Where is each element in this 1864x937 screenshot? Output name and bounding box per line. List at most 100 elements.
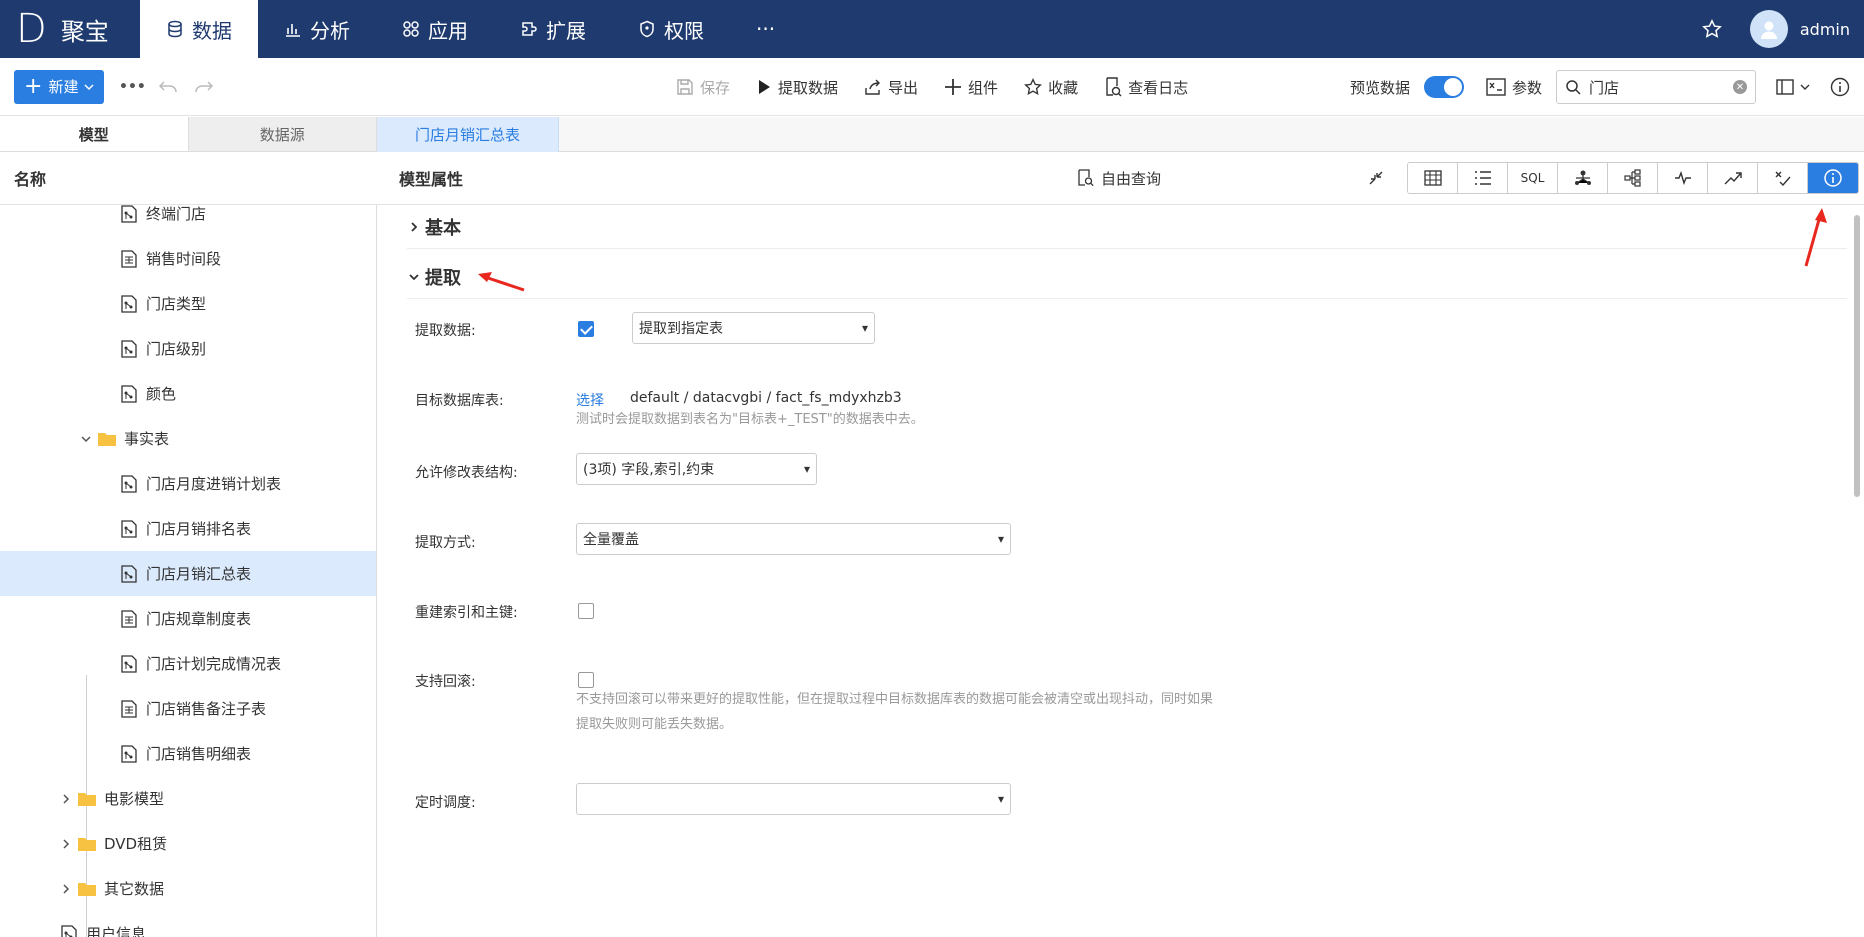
section-basic-label: 基本: [425, 217, 461, 239]
nav-item-more[interactable]: ···: [730, 0, 801, 58]
rebuild-index-checkbox[interactable]: [578, 603, 594, 619]
view-check-button[interactable]: [1758, 163, 1808, 193]
view-tree-button[interactable]: [1608, 163, 1658, 193]
view-list-button[interactable]: [1458, 163, 1508, 193]
tab-datasource[interactable]: 数据源: [188, 117, 377, 151]
tab-current-document[interactable]: 门店月销汇总表: [377, 117, 559, 152]
document-tabs: 门店月销汇总表: [377, 117, 1864, 152]
section-extract[interactable]: 提取: [407, 255, 1847, 299]
view-table-button[interactable]: [1408, 163, 1458, 193]
rollback-help-line1: 不支持回滚可以带来更好的提取性能，但在提取过程中目标数据库表的数据可能会被清空或…: [576, 692, 1214, 707]
chevron-right-icon[interactable]: [58, 883, 74, 895]
chevron-down-icon[interactable]: [78, 433, 94, 445]
tree-item[interactable]: 门店销售备注子表: [0, 686, 376, 731]
extract-data-checkbox[interactable]: [578, 321, 594, 337]
tree-folder-label: DVD租赁: [104, 835, 168, 853]
tree-item[interactable]: 终端门店: [0, 205, 376, 236]
tree-item-label: 门店规章制度表: [146, 610, 252, 628]
view-relation-button[interactable]: [1558, 163, 1608, 193]
nav-item-extend[interactable]: 扩展: [494, 0, 612, 58]
alter-structure-select[interactable]: (3项) 字段,索引,约束 ▾: [576, 453, 817, 485]
tree-item[interactable]: 门店销售明细表: [0, 731, 376, 776]
params-button[interactable]: 参数: [1486, 77, 1542, 98]
tree-item[interactable]: 门店计划完成情况表: [0, 641, 376, 686]
user-icon: [1760, 21, 1777, 39]
user-menu[interactable]: admin: [1749, 10, 1850, 48]
chevron-down-icon: ▾: [997, 792, 1004, 806]
tree-item[interactable]: 门店规章制度表: [0, 596, 376, 641]
info-icon[interactable]: [1830, 77, 1850, 97]
target-table-help: 测试时会提取数据到表名为"目标表+_TEST"的数据表中去。: [576, 412, 924, 427]
layout-button[interactable]: [1776, 79, 1810, 95]
new-button[interactable]: + 新建: [14, 69, 105, 104]
sidebar-layout-icon: [1776, 79, 1794, 95]
info-icon: [1824, 169, 1842, 187]
view-pulse-button[interactable]: [1658, 163, 1708, 193]
nav-label: 数据: [192, 18, 232, 43]
tree-item[interactable]: 颜色: [0, 371, 376, 416]
extract-mode-select[interactable]: 全量覆盖 ▾: [576, 523, 1011, 555]
tree-item[interactable]: 门店月度进销计划表: [0, 461, 376, 506]
alter-structure-value: (3项) 字段,索引,约束: [583, 462, 715, 478]
table-file-icon: [121, 699, 137, 718]
view-trend-button[interactable]: [1708, 163, 1758, 193]
chevron-down-icon: ▾: [803, 462, 810, 476]
nav-item-data[interactable]: 数据: [140, 0, 258, 58]
section-basic[interactable]: 基本: [407, 205, 1847, 249]
tree-item-label: 门店月销汇总表: [146, 565, 252, 583]
view-info-button[interactable]: [1808, 163, 1858, 193]
chevron-right-icon[interactable]: [58, 793, 74, 805]
hierarchy-icon: [1623, 169, 1641, 187]
nav-item-permission[interactable]: 权限: [612, 0, 730, 58]
tree-item[interactable]: 门店类型: [0, 281, 376, 326]
annotation-arrow-extract: [478, 272, 525, 292]
chevron-down-icon: [84, 83, 94, 90]
username: admin: [1799, 19, 1850, 39]
component-button[interactable]: 组件: [944, 77, 998, 98]
nav-item-analysis[interactable]: 分析: [258, 0, 376, 58]
tree-header: 名称: [0, 152, 377, 205]
view-sql-button[interactable]: SQL: [1508, 163, 1558, 193]
extract-target-select[interactable]: 提取到指定表 ▾: [632, 312, 875, 344]
tree-item-selected[interactable]: 门店月销汇总表: [0, 551, 376, 596]
target-table-label: 目标数据库表:: [415, 393, 504, 409]
tree-item[interactable]: 门店月销排名表: [0, 506, 376, 551]
preview-toggle[interactable]: [1423, 76, 1464, 98]
nav-label: 分析: [310, 18, 350, 43]
undo-button[interactable]: [150, 70, 186, 104]
free-query-button[interactable]: 自由查询: [1077, 168, 1161, 189]
tree-folder[interactable]: 电影模型: [0, 776, 376, 821]
app-logo[interactable]: D 聚宝: [0, 0, 140, 58]
tree-item-label: 门店销售备注子表: [146, 700, 267, 718]
collapse-icon[interactable]: [1367, 169, 1385, 187]
extract-data-button[interactable]: 提取数据: [756, 77, 838, 98]
schedule-select[interactable]: ▾: [576, 783, 1011, 815]
nav-item-apps[interactable]: 应用: [376, 0, 494, 58]
rollback-help-line2: 提取失败则可能丢失数据。: [576, 717, 733, 732]
search-input[interactable]: [1589, 78, 1725, 96]
tree-item[interactable]: 销售时间段: [0, 236, 376, 281]
vertical-scrollbar[interactable]: [1854, 215, 1860, 497]
chevron-right-icon[interactable]: [58, 838, 74, 850]
redo-icon: [195, 80, 214, 92]
tree-item[interactable]: 用户信息: [0, 911, 376, 937]
view-log-button[interactable]: 查看日志: [1104, 77, 1188, 98]
save-button[interactable]: 保存: [676, 77, 730, 98]
tree-folder[interactable]: DVD租赁: [0, 821, 376, 866]
tree-item[interactable]: 门店级别: [0, 326, 376, 371]
model-file-icon: [121, 384, 137, 403]
rollback-checkbox[interactable]: [578, 672, 594, 688]
tab-model[interactable]: 模型: [0, 117, 189, 151]
clear-icon[interactable]: ✕: [1733, 80, 1747, 94]
top-nav: D 聚宝 数据 分析 应用 扩展 权限 ··· admin: [0, 0, 1864, 58]
tree-folder[interactable]: 其它数据: [0, 866, 376, 911]
redo-button[interactable]: [186, 70, 222, 104]
schedule-label: 定时调度:: [415, 795, 476, 811]
star-icon[interactable]: [1701, 19, 1722, 39]
table-icon: [1423, 170, 1442, 186]
favorite-button[interactable]: 收藏: [1024, 77, 1078, 98]
tree-folder[interactable]: 事实表: [0, 416, 376, 461]
more-button[interactable]: •••: [114, 70, 150, 104]
extract-label: 提取数据: [778, 78, 839, 97]
export-button[interactable]: 导出: [864, 77, 918, 98]
